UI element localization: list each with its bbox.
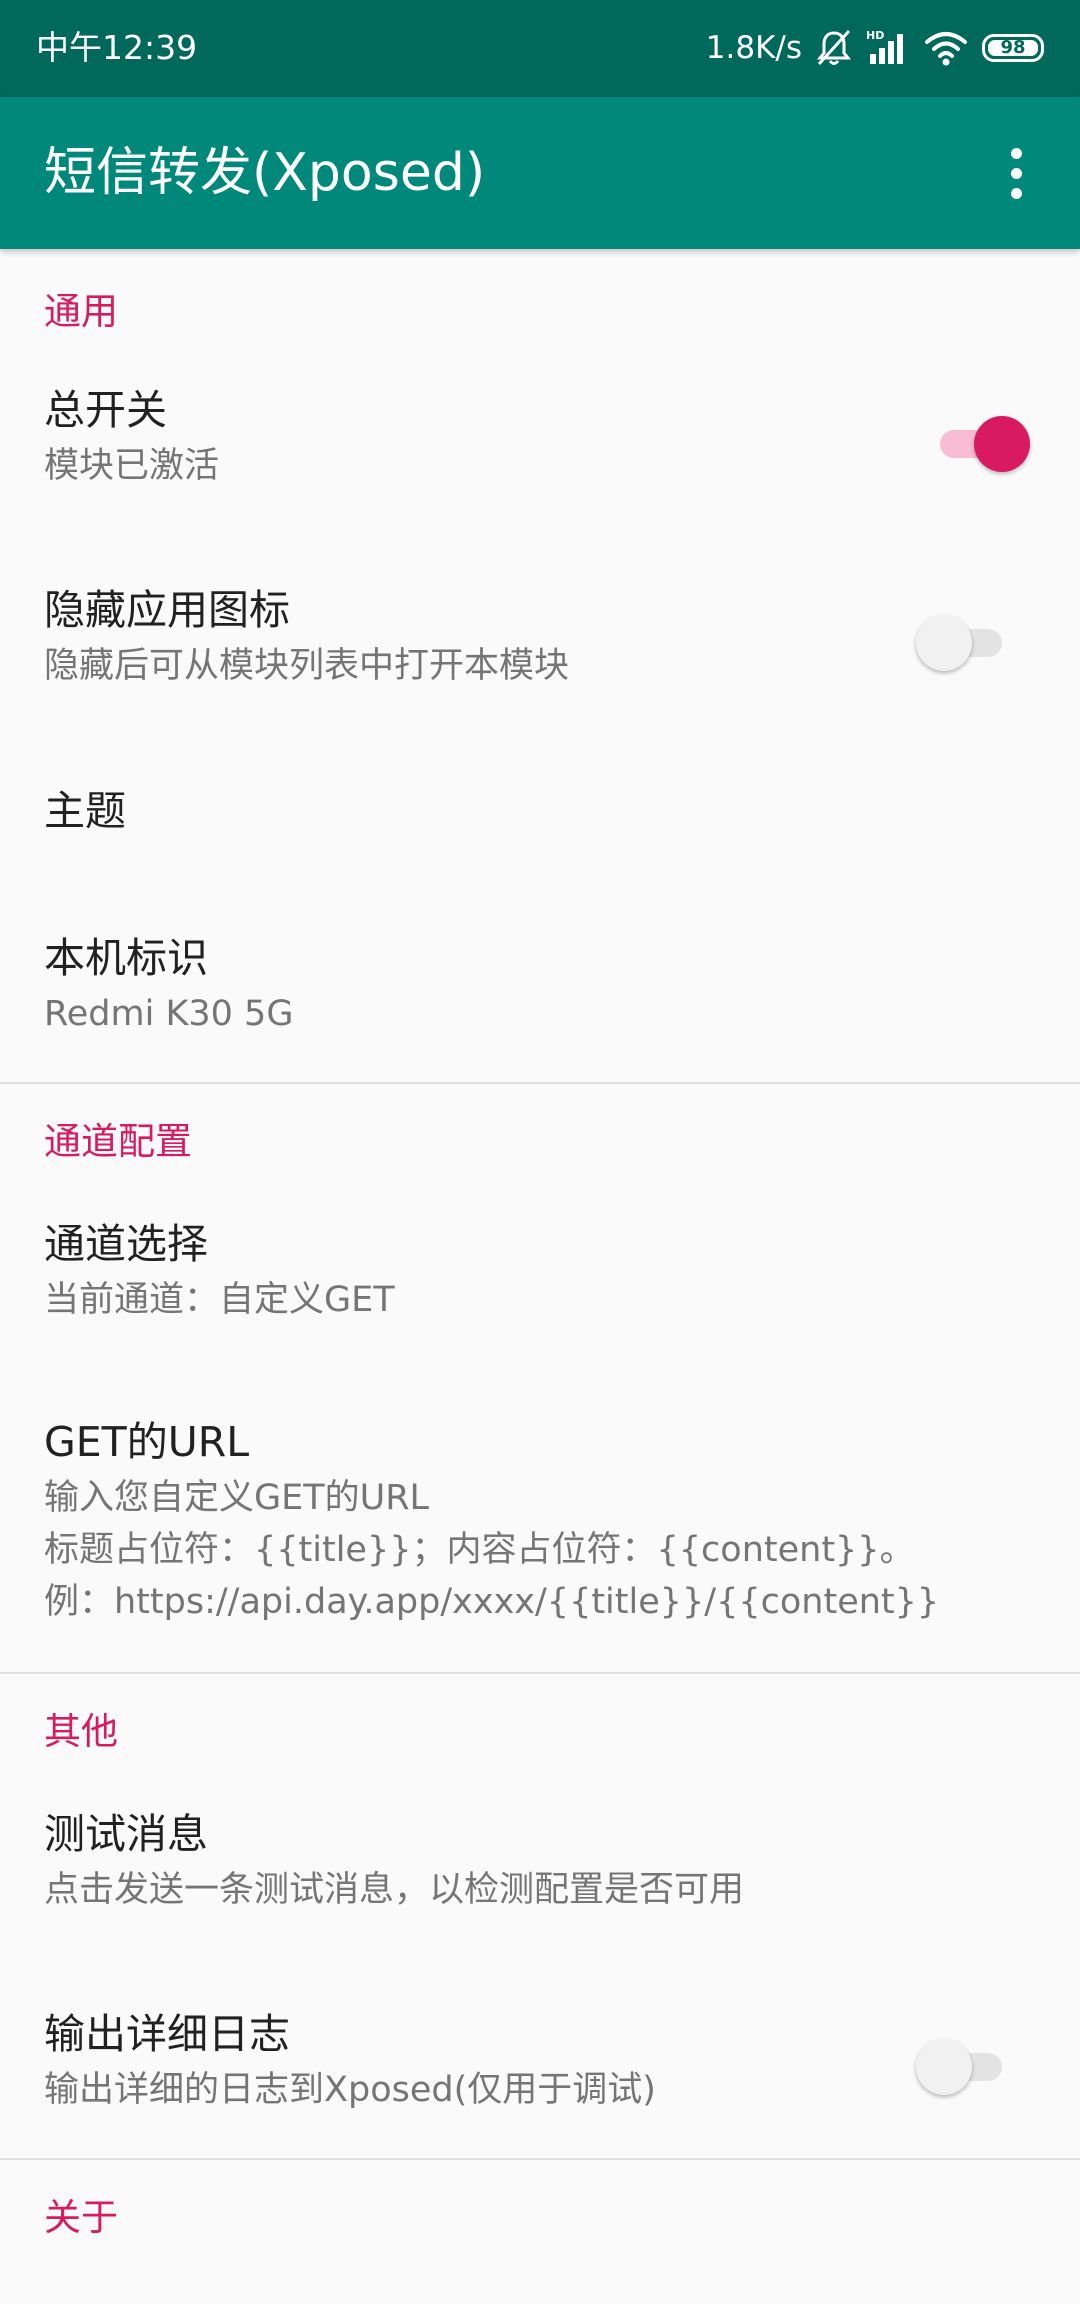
wifi-icon [925, 32, 967, 66]
pref-title: 输出详细日志 [44, 2010, 290, 2058]
pref-get-url[interactable]: GET的URL 输入您自定义GET的URL 标题占位符：{{title}}；内容… [0, 1408, 1080, 1636]
app-bar: 短信转发(Xposed) [0, 97, 1080, 249]
pref-summary: 模块已激活 [44, 446, 220, 486]
pref-title: 测试消息 [44, 1810, 208, 1858]
pref-summary-line: 例：https://api.day.app/xxxx/{{title}}/{{c… [44, 1582, 940, 1622]
pref-summary: 点击发送一条测试消息，以检测配置是否可用 [44, 1870, 745, 1910]
pref-master-switch[interactable]: 总开关 模块已激活 [0, 376, 1080, 516]
master-switch-toggle[interactable] [936, 411, 1030, 475]
pref-title: 隐藏应用图标 [44, 586, 290, 634]
section-divider [0, 1672, 1080, 1674]
app-title: 短信转发(Xposed) [44, 143, 486, 203]
pref-title: 主题 [44, 787, 126, 835]
section-divider [0, 2158, 1080, 2160]
network-speed: 1.8K/s [705, 30, 802, 66]
mute-icon [816, 29, 852, 66]
section-header-about: 关于 [44, 2196, 118, 2239]
pref-summary: 输出详细的日志到Xposed(仅用于调试) [44, 2070, 656, 2110]
pref-title: 本机标识 [44, 934, 208, 982]
status-bar: 中午12:39 1.8K/s HD 98 [0, 0, 1080, 97]
section-divider [0, 1082, 1080, 1084]
pref-title: GET的URL [44, 1418, 250, 1466]
status-icons: 1.8K/s HD 98 [706, 24, 1044, 72]
pref-summary: 隐藏后可从模块列表中打开本模块 [44, 646, 570, 686]
battery-indicator: 98 [982, 34, 1044, 62]
section-header-channel: 通道配置 [44, 1120, 192, 1163]
pref-hide-app-icon[interactable]: 隐藏应用图标 隐藏后可从模块列表中打开本模块 [0, 576, 1080, 716]
pref-title: 通道选择 [44, 1220, 208, 1268]
more-vert-icon [1010, 147, 1022, 159]
pref-title: 总开关 [44, 386, 167, 434]
more-options-button[interactable] [976, 133, 1056, 213]
pref-theme[interactable]: 主题 [0, 776, 1080, 876]
pref-summary-line: 标题占位符：{{title}}；内容占位符：{{content}}。 [44, 1530, 915, 1570]
pref-summary: 当前通道：自定义GET [44, 1280, 395, 1320]
hd-label: HD [866, 29, 884, 42]
battery-icon: 98 [982, 34, 1044, 62]
pref-verbose-log[interactable]: 输出详细日志 输出详细的日志到Xposed(仅用于调试) [0, 2000, 1080, 2140]
pref-device-id[interactable]: 本机标识 Redmi K30 5G [0, 924, 1080, 1064]
section-header-general: 通用 [44, 290, 118, 333]
status-time: 中午12:39 [36, 28, 198, 67]
pref-channel-select[interactable]: 通道选择 当前通道：自定义GET [0, 1210, 1080, 1350]
pref-summary-line: 输入您自定义GET的URL [44, 1478, 430, 1518]
pref-test-message[interactable]: 测试消息 点击发送一条测试消息，以检测配置是否可用 [0, 1800, 1080, 1940]
pref-summary: Redmi K30 5G [44, 994, 294, 1034]
battery-level-text: 98 [1000, 37, 1026, 58]
hd-signal-icon: HD [866, 29, 903, 64]
verbose-log-toggle[interactable] [916, 2034, 1006, 2098]
hide-icon-toggle[interactable] [916, 610, 1006, 674]
section-header-other: 其他 [44, 1710, 118, 1753]
